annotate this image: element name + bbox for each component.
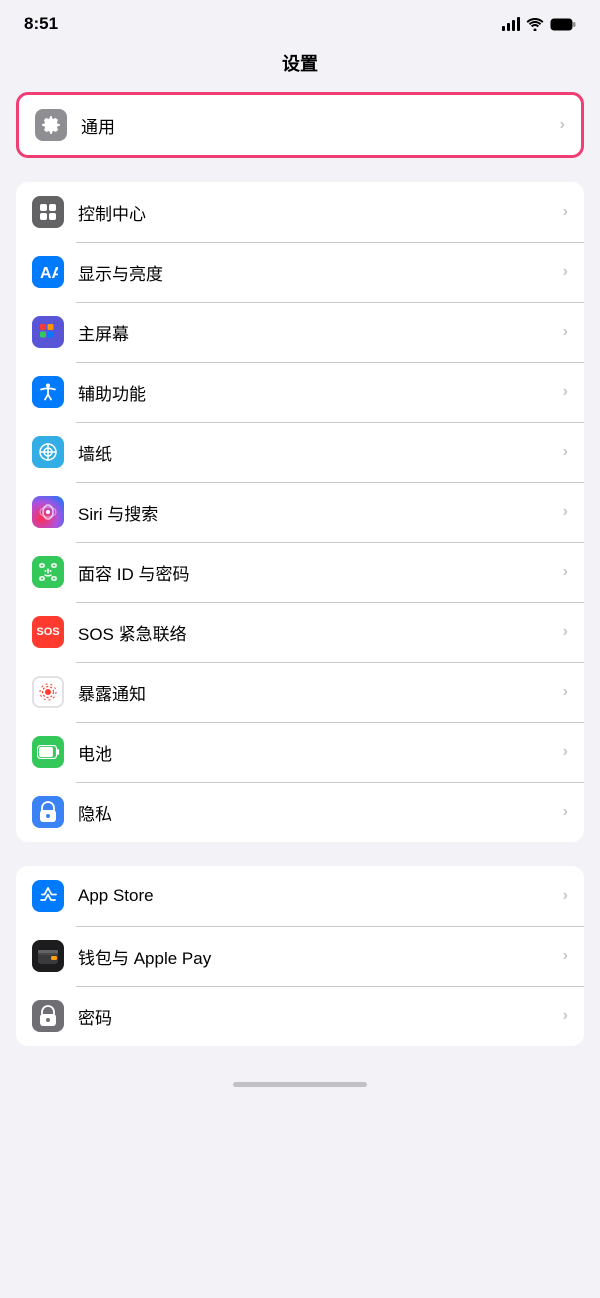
battery-chevron: › [563, 743, 568, 761]
home-screen-chevron: › [563, 323, 568, 341]
siri-icon [32, 496, 64, 528]
row-control-center[interactable]: 控制中心 › [16, 182, 584, 242]
page-title: 设置 [282, 54, 318, 74]
row-siri[interactable]: Siri 与搜索 › [16, 482, 584, 542]
row-battery[interactable]: 电池 › [16, 722, 584, 782]
wallpaper-chevron: › [563, 443, 568, 461]
general-label: 通用 [81, 113, 552, 138]
general-icon [35, 109, 67, 141]
settings-group-general: 通用 › [16, 92, 584, 158]
passwords-chevron: › [563, 1007, 568, 1025]
display-label: 显示与亮度 [78, 260, 555, 285]
row-passwords[interactable]: 密码 › [16, 986, 584, 1046]
privacy-chevron: › [563, 803, 568, 821]
home-bar [233, 1082, 367, 1087]
row-exposure[interactable]: 暴露通知 › [16, 662, 584, 722]
control-center-icon [32, 196, 64, 228]
row-wallpaper[interactable]: 墙纸 › [16, 422, 584, 482]
passwords-icon [32, 1000, 64, 1032]
status-time: 8:51 [24, 14, 58, 34]
wallet-label: 钱包与 Apple Pay [78, 944, 555, 969]
siri-label: Siri 与搜索 [78, 500, 555, 525]
privacy-label: 隐私 [78, 800, 555, 825]
accessibility-chevron: › [563, 383, 568, 401]
siri-chevron: › [563, 503, 568, 521]
row-general[interactable]: 通用 › [19, 95, 581, 155]
sos-icon: SOS [32, 616, 64, 648]
display-icon: AA [32, 256, 64, 288]
faceid-icon [32, 556, 64, 588]
wallpaper-label: 墙纸 [78, 440, 555, 465]
wallet-icon [32, 940, 64, 972]
row-wallet[interactable]: 钱包与 Apple Pay › [16, 926, 584, 986]
display-chevron: › [563, 263, 568, 281]
sos-chevron: › [563, 623, 568, 641]
row-accessibility[interactable]: 辅助功能 › [16, 362, 584, 422]
wallpaper-icon [32, 436, 64, 468]
sos-label: SOS 紧急联络 [78, 620, 555, 645]
svg-text:AA: AA [40, 265, 58, 282]
general-chevron: › [560, 116, 565, 134]
control-center-label: 控制中心 [78, 200, 555, 225]
row-appstore[interactable]: App Store › [16, 866, 584, 926]
row-privacy[interactable]: 隐私 › [16, 782, 584, 842]
appstore-icon [32, 880, 64, 912]
signal-icon [502, 17, 520, 31]
settings-group-store: App Store › 钱包与 Apple Pay › 密码 › [16, 866, 584, 1046]
row-faceid[interactable]: 面容 ID 与密码 › [16, 542, 584, 602]
status-icons [502, 17, 576, 31]
row-home-screen[interactable]: 主屏幕 › [16, 302, 584, 362]
passwords-label: 密码 [78, 1004, 555, 1029]
battery-label: 电池 [78, 740, 555, 765]
row-display[interactable]: AA 显示与亮度 › [16, 242, 584, 302]
home-screen-label: 主屏幕 [78, 320, 555, 345]
battery-settings-icon [32, 736, 64, 768]
status-bar: 8:51 [0, 0, 600, 42]
privacy-icon [32, 796, 64, 828]
home-indicator [0, 1070, 600, 1095]
exposure-label: 暴露通知 [78, 680, 555, 705]
battery-icon [550, 18, 576, 31]
faceid-label: 面容 ID 与密码 [78, 560, 555, 585]
accessibility-icon [32, 376, 64, 408]
exposure-chevron: › [563, 683, 568, 701]
exposure-icon [32, 676, 64, 708]
control-center-chevron: › [563, 203, 568, 221]
page-title-bar: 设置 [0, 42, 600, 88]
home-screen-icon [32, 316, 64, 348]
wallet-chevron: › [563, 947, 568, 965]
wifi-icon [526, 17, 544, 31]
faceid-chevron: › [563, 563, 568, 581]
appstore-chevron: › [563, 887, 568, 905]
settings-group-display: 控制中心 › AA 显示与亮度 › 主屏幕 › [16, 182, 584, 842]
row-sos[interactable]: SOS SOS 紧急联络 › [16, 602, 584, 662]
accessibility-label: 辅助功能 [78, 380, 555, 405]
appstore-label: App Store [78, 886, 555, 906]
